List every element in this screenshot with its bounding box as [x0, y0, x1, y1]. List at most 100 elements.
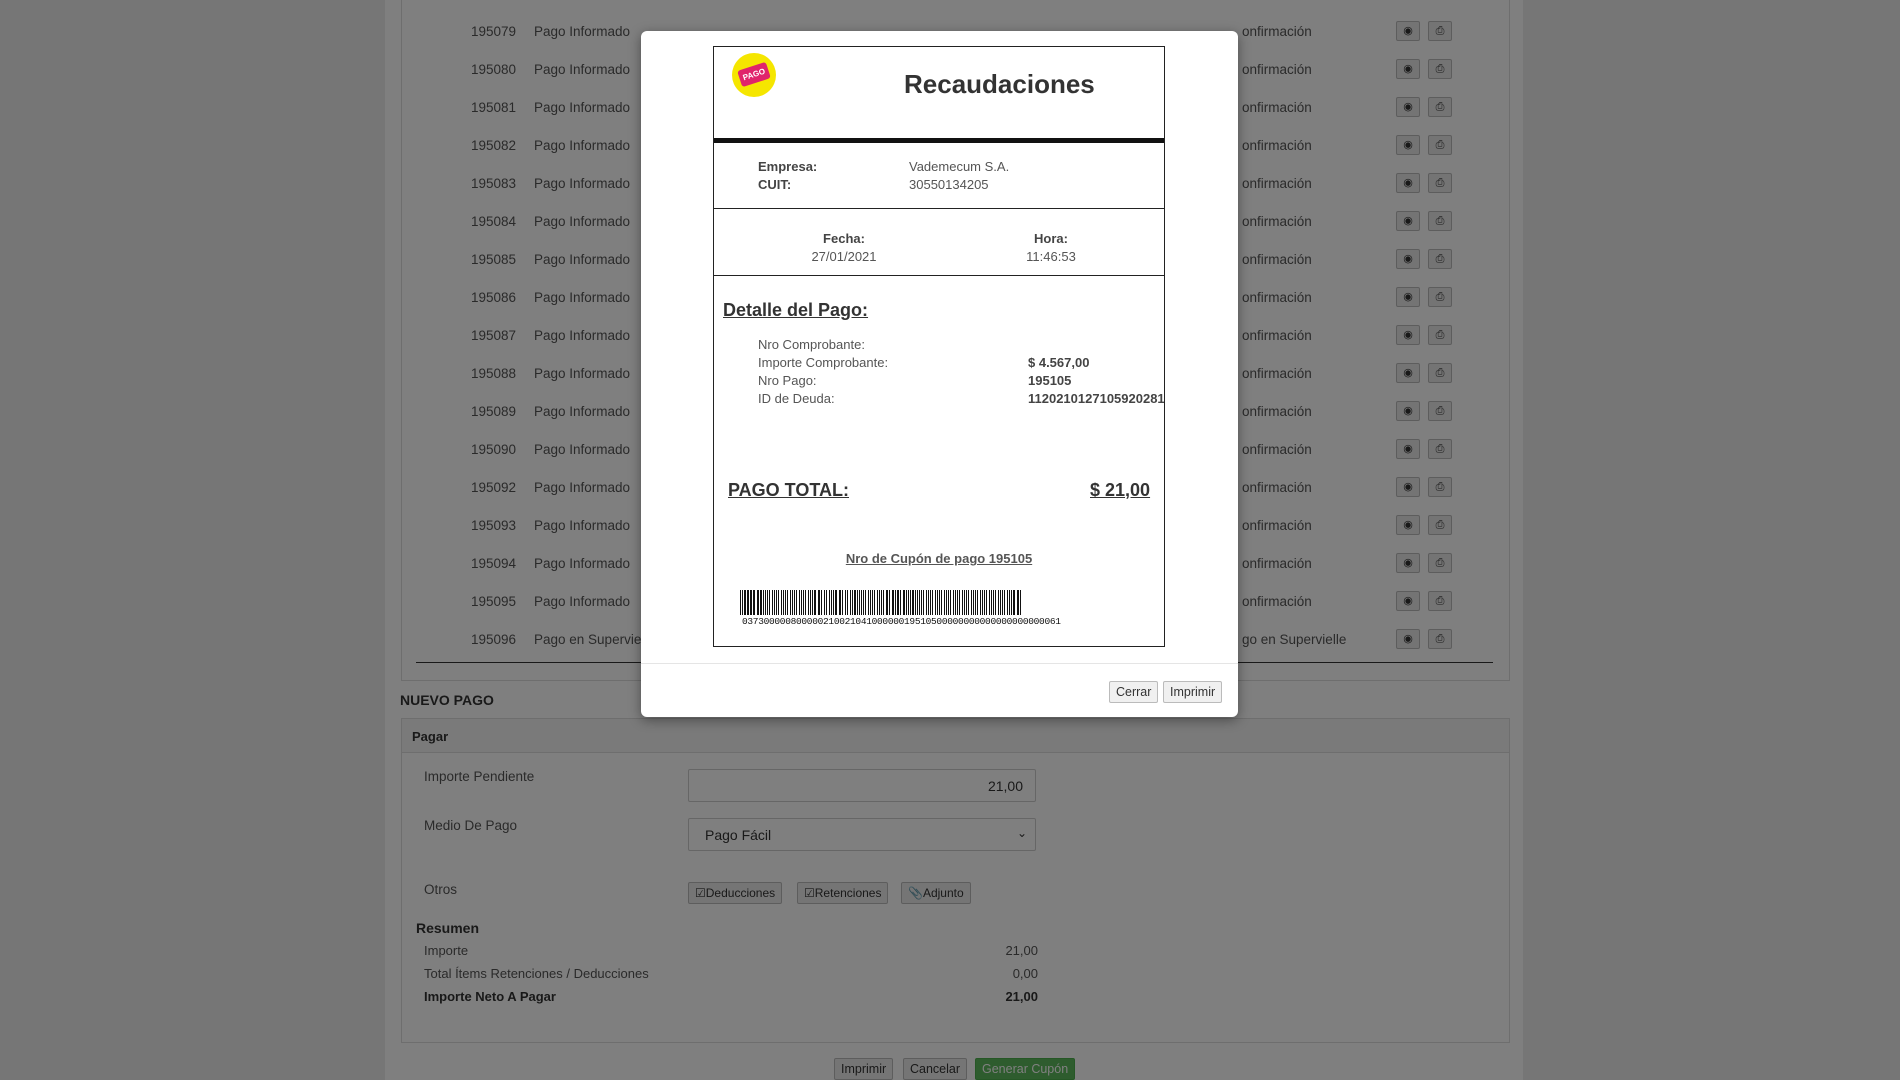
barcode-bar [790, 590, 791, 615]
barcode-bar [767, 590, 768, 615]
barcode-bar [760, 590, 762, 615]
modal-imprimir-button[interactable]: Imprimir [1163, 681, 1223, 703]
barcode-bar [792, 590, 793, 615]
detalle-title: Detalle del Pago: [723, 300, 869, 320]
barcode-bar [744, 590, 746, 615]
id-deuda-label: ID de Deuda: [758, 391, 835, 406]
receipt-title: Recaudaciones [904, 69, 1095, 99]
modal-footer-divider [641, 663, 1238, 664]
barcode-bar [776, 590, 777, 615]
barcode-bar [903, 590, 905, 615]
barcode-bar [863, 590, 864, 615]
barcode-bar [957, 590, 958, 615]
hora-label: Hora: [1034, 231, 1068, 246]
nro-comprobante-label: Nro Comprobante: [758, 337, 865, 352]
divider [714, 208, 1164, 209]
barcode-bar [1020, 590, 1021, 615]
cuit-value: 30550134205 [909, 177, 989, 192]
barcode-bar [812, 590, 813, 615]
barcode-bar [944, 590, 945, 615]
barcode-bar [821, 590, 822, 615]
barcode-bar [870, 590, 871, 615]
barcode-bar [962, 590, 963, 615]
pago-total-label: PAGO TOTAL: [728, 480, 849, 500]
barcode [740, 590, 1021, 615]
barcode-bar [941, 590, 942, 615]
barcode-bar [740, 590, 741, 615]
barcode-bar [783, 590, 784, 615]
barcode-bar [975, 590, 976, 615]
logo-text: PAGO [737, 61, 771, 88]
barcode-bar [835, 590, 837, 615]
receipt: PAGO Recaudaciones Empresa: Vademecum S.… [713, 46, 1165, 647]
barcode-bar [912, 590, 914, 615]
barcode-bar [986, 590, 987, 615]
barcode-bar [910, 590, 911, 615]
barcode-bar [892, 590, 894, 615]
barcode-bar [868, 590, 869, 615]
barcode-bar [753, 590, 755, 615]
barcode-bar [877, 590, 878, 615]
importe-comprobante-label: Importe Comprobante: [758, 355, 889, 370]
barcode-bar [977, 590, 978, 615]
barcode-bar [895, 590, 896, 615]
barcode-bar [900, 590, 901, 615]
barcode-bar [1011, 590, 1012, 615]
barcode-bar [984, 590, 985, 615]
barcode-bar [1002, 590, 1003, 615]
barcode-bar [850, 590, 851, 615]
cupon-number: Nro de Cupón de pago 195105 [845, 551, 1033, 566]
barcode-bar [859, 590, 860, 615]
barcode-bar [803, 590, 804, 615]
barcode-bar [781, 590, 782, 615]
barcode-bar [959, 590, 960, 615]
barcode-bar [906, 590, 907, 615]
fecha-label: Fecha: [823, 231, 865, 246]
barcode-bar [955, 590, 956, 615]
barcode-bar [1007, 590, 1008, 615]
barcode-bar [995, 590, 996, 615]
barcode-bar [769, 590, 770, 615]
barcode-bar [930, 590, 931, 615]
barcode-bar [794, 590, 795, 615]
barcode-bar [1000, 590, 1001, 615]
id-deuda-value: 1120210127105920281 [1028, 391, 1164, 406]
barcode-bar [852, 590, 853, 615]
barcode-bar [883, 590, 884, 615]
barcode-bar [842, 590, 843, 615]
barcode-bar [980, 590, 981, 615]
barcode-bar [879, 590, 880, 615]
barcode-bar [763, 590, 764, 615]
barcode-bar [928, 590, 929, 615]
barcode-bar [917, 590, 918, 615]
barcode-bar [993, 590, 994, 615]
hora-value: 11:46:53 [1026, 249, 1076, 264]
barcode-bar [787, 590, 788, 615]
barcode-bar [874, 590, 875, 615]
barcode-bar [808, 590, 809, 615]
barcode-bar [919, 590, 920, 615]
barcode-bar [774, 590, 775, 615]
barcode-bar [772, 590, 773, 615]
barcode-bar [1009, 590, 1010, 615]
cerrar-button[interactable]: Cerrar [1109, 681, 1159, 703]
barcode-bar [923, 590, 924, 615]
barcode-bar [847, 590, 848, 615]
barcode-bar [939, 590, 940, 615]
barcode-bar [818, 590, 820, 615]
barcode-bar [932, 590, 933, 615]
barcode-bar [742, 590, 743, 615]
empresa-value: Vademecum S.A. [909, 159, 1010, 174]
barcode-bar [796, 590, 797, 615]
barcode-bar [831, 590, 832, 615]
barcode-bar [814, 590, 816, 615]
empresa-label: Empresa: [758, 159, 818, 174]
barcode-bar [950, 590, 951, 615]
pago-facil-logo: PAGO [732, 53, 776, 97]
barcode-bar [778, 590, 779, 615]
barcode-bar [854, 590, 856, 615]
barcode-bar [998, 590, 999, 615]
barcode-bar [857, 590, 858, 615]
barcode-bar [799, 590, 800, 615]
receipt-modal: PAGO Recaudaciones Empresa: Vademecum S.… [641, 31, 1238, 717]
